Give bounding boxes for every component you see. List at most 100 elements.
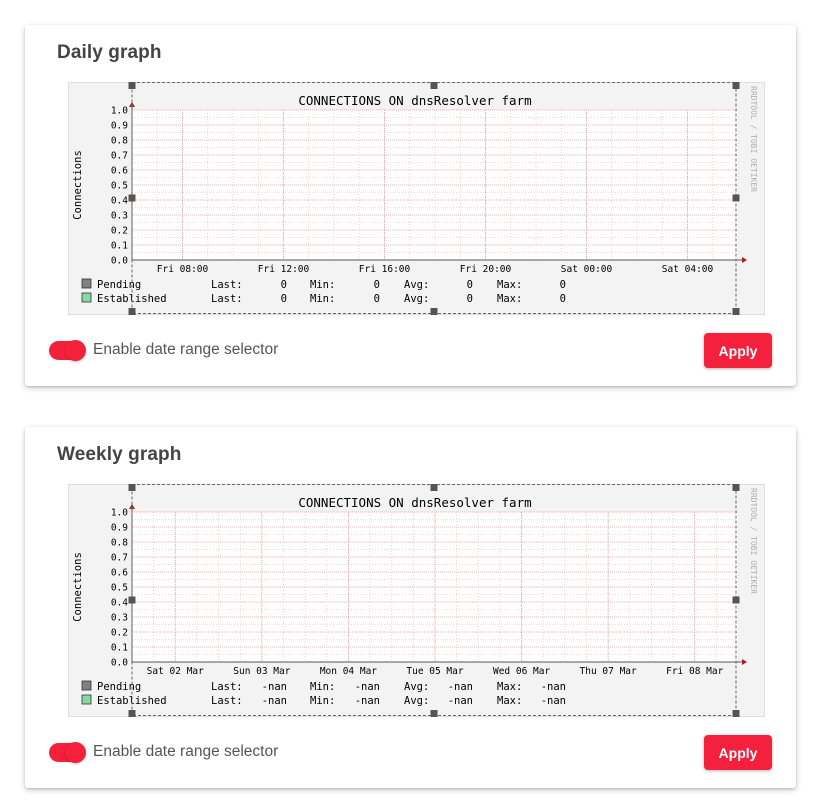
apply-button[interactable]: Apply [704,735,772,770]
legend-max-label: Max: [497,279,522,291]
y-tick-label: 0.6 [111,166,128,177]
x-tick-label: Sun 03 Mar [233,666,290,677]
legend-last-label: Last: [211,681,243,693]
legend-max-value: 0 [560,279,566,291]
legend-swatch [81,292,92,303]
x-tick-label: Sat 00:00 [561,264,613,275]
selection-handle[interactable] [732,82,740,89]
y-tick-label: 0.1 [111,643,128,654]
card-title: Weekly graph [57,444,182,465]
selection-handle[interactable] [732,710,740,717]
y-tick-label: 0.3 [111,211,128,222]
selection-handle[interactable] [128,484,136,491]
legend-min-value: -nan [355,695,380,707]
legend-swatch [81,680,92,691]
y-tick-label: 0.0 [111,658,128,669]
y-tick-label: 0.2 [111,628,128,639]
legend-min-value: 0 [374,293,380,305]
selection-handle[interactable] [128,710,136,717]
selection-handle[interactable] [732,194,740,202]
selection-handle[interactable] [430,484,438,491]
date-range-toggle[interactable] [49,340,86,361]
selection-handle[interactable] [430,82,438,89]
legend-avg-value: -nan [448,695,473,707]
weekly-graph-card: Weekly graph CONNECTIONS ON dnsResolver … [25,427,796,788]
legend-last-value: -nan [262,681,287,693]
legend-last-value: 0 [281,293,287,305]
selection-handle[interactable] [128,308,136,315]
x-tick-label: Fri 08:00 [157,264,209,275]
watermark: RRDTOOL / TOBI OETIKER [749,86,758,192]
card-title: Daily graph [57,42,162,63]
y-tick-label: 0.7 [111,553,128,564]
legend-max-value: 0 [560,293,566,305]
selection-handle[interactable] [732,596,740,604]
legend-min-label: Min: [310,279,335,291]
y-tick-label: 0.5 [111,583,128,594]
x-tick-label: Mon 04 Mar [320,666,377,677]
y-tick-label: 0.9 [111,523,128,534]
y-tick-label: 1.0 [111,106,128,117]
y-tick-label: 0.8 [111,136,128,147]
legend-swatch [81,694,92,705]
y-tick-label: 0.3 [111,613,128,624]
legend-avg-label: Avg: [404,695,429,707]
legend-last-value: 0 [281,279,287,291]
toggle-knob[interactable] [65,340,86,361]
date-range-toggle[interactable] [49,742,86,763]
x-tick-label: Fri 20:00 [460,264,512,275]
legend-min-value: -nan [355,681,380,693]
selection-handle[interactable] [128,82,136,89]
legend-last-label: Last: [211,293,243,305]
y-tick-label: 0.7 [111,151,128,162]
y-tick-label: 0.4 [111,598,128,609]
x-tick-label: Thu 07 Mar [580,666,637,677]
legend-max-label: Max: [497,681,522,693]
legend-max-value: -nan [541,695,566,707]
daily-graph-card: Daily graph CONNECTIONS ON dnsResolver f… [25,25,796,386]
legend-min-label: Min: [310,293,335,305]
legend-swatch [81,278,92,289]
apply-button[interactable]: Apply [704,333,772,368]
weekly-connections-graph[interactable]: CONNECTIONS ON dnsResolver farm RRDTOOL /… [68,484,765,717]
selection-handle[interactable] [128,596,136,604]
selection-handle[interactable] [430,710,438,717]
legend-avg-value: -nan [448,681,473,693]
legend-min-label: Min: [310,695,335,707]
legend-last-value: -nan [262,695,287,707]
x-tick-label: Fri 08 Mar [666,666,723,677]
legend-avg-value: 0 [467,293,473,305]
y-tick-label: 0.8 [111,538,128,549]
x-tick-label: Tue 05 Mar [406,666,463,677]
selection-handle[interactable] [128,194,136,202]
y-tick-label: 0.6 [111,568,128,579]
x-tick-label: Wed 06 Mar [493,666,550,677]
legend-avg-label: Avg: [404,681,429,693]
legend-last-label: Last: [211,279,243,291]
x-tick-label: Sat 04:00 [662,264,714,275]
y-axis-label: Connections [72,552,84,622]
y-tick-label: 0.5 [111,181,128,192]
legend-name: Pending [97,279,141,291]
y-tick-label: 0.4 [111,196,128,207]
legend-name: Pending [97,681,141,693]
y-tick-label: 0.2 [111,226,128,237]
selection-handle[interactable] [430,308,438,315]
legend-min-value: 0 [374,279,380,291]
x-tick-label: Fri 16:00 [359,264,411,275]
date-range-toggle-label: Enable date range selector [93,743,279,760]
selection-handle[interactable] [732,308,740,315]
legend-min-label: Min: [310,681,335,693]
y-tick-label: 0.1 [111,241,128,252]
y-tick-label: 1.0 [111,508,128,519]
y-tick-label: 0.0 [111,256,128,267]
date-range-toggle-label: Enable date range selector [93,341,279,358]
graph-title: CONNECTIONS ON dnsResolver farm [298,93,531,108]
x-tick-label: Fri 12:00 [258,264,310,275]
legend-max-value: -nan [541,681,566,693]
toggle-knob[interactable] [65,742,86,763]
x-tick-label: Sat 02 Mar [147,666,204,677]
daily-connections-graph[interactable]: CONNECTIONS ON dnsResolver farm RRDTOOL /… [68,82,765,315]
selection-handle[interactable] [732,484,740,491]
y-tick-label: 0.9 [111,121,128,132]
